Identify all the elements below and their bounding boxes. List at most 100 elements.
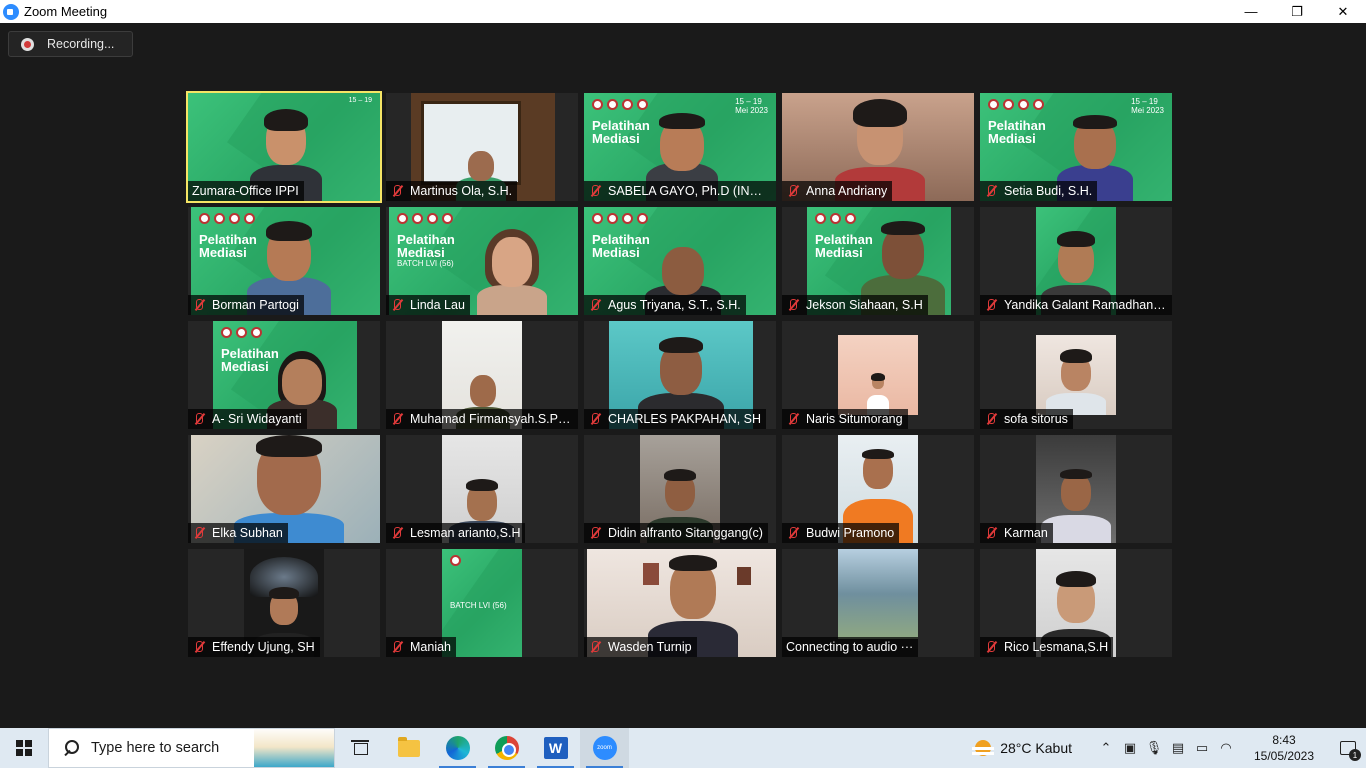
mic-muted-icon [984,640,998,654]
participant-name-bar: Yandika Galant Ramadhan, ... [980,295,1172,315]
participant-tile[interactable]: Pelatihan Mediasi Agus Triyana, S.T., S.H… [584,207,776,315]
participant-name: Anna Andriany [806,184,888,198]
participant-name-bar: sofa sitorus [980,409,1073,429]
participant-tile[interactable]: Martinus Ola, S.H. [386,93,578,201]
video-feed [1036,335,1116,415]
participant-tile[interactable]: Didin alfranto Sitanggang(c) [584,435,776,543]
meet-now-icon[interactable]: ▣ [1118,728,1142,768]
participant-tile[interactable]: Pelatihan Mediasi 15 – 19 Mei 2023 SABELA … [584,93,776,201]
participant-name: Muhamad Firmansyah.S.Pt.... [410,412,573,426]
participant-name: Linda Lau [410,298,465,312]
participant-tile[interactable]: Pelatihan Mediasi 15 – 19 Mei 2023 Setia B… [980,93,1172,201]
battery-icon[interactable]: ▭ [1190,728,1214,768]
recording-indicator[interactable]: Recording... [8,31,133,57]
participant-tile[interactable]: Lesman arianto,S.H [386,435,578,543]
mic-muted-icon [786,298,800,312]
mic-muted-icon [786,412,800,426]
participant-tile[interactable]: Karman [980,435,1172,543]
wall-frame [737,567,751,585]
mic-muted-icon [984,298,998,312]
task-view-icon [350,740,369,756]
participant-tile[interactable]: Effendy Ujung, SH [188,549,380,657]
minimize-button[interactable]: — [1228,0,1274,23]
recording-icon [21,37,34,51]
chrome-button[interactable] [482,728,531,768]
mic-muted-icon [192,412,206,426]
video-feed [838,335,918,415]
notification-center-button[interactable]: 1 [1330,728,1366,768]
sponsor-logos [450,555,461,566]
participant-name: sofa sitorus [1004,412,1068,426]
word-button[interactable]: W [531,728,580,768]
zoom-app-icon [3,3,19,20]
wifi-icon[interactable]: ◠ [1214,728,1238,768]
zoom-button[interactable]: zoom [580,728,629,768]
mic-muted-icon [588,298,602,312]
participant-tile[interactable]: Wasden Turnip [584,549,776,657]
start-button[interactable] [0,728,48,768]
participant-tile[interactable]: Connecting to audio ··· [782,549,974,657]
participant-tile[interactable]: Pelatihan Mediasi Jekson Siahaan, S.H [782,207,974,315]
mic-muted-icon [192,640,206,654]
participant-tile[interactable]: Muhamad Firmansyah.S.Pt.... [386,321,578,429]
participant-name-bar: Effendy Ujung, SH [188,637,320,657]
event-dates: 15 – 19 Mei 2023 [1131,97,1164,115]
folder-icon [397,736,420,757]
participant-name: A- Sri Widayanti [212,412,302,426]
window-controls: — ❐ ✕ [1228,0,1366,23]
sponsor-logos [988,99,1044,110]
participant-name: Yandika Galant Ramadhan, ... [1004,298,1167,312]
participant-name-bar: Rico Lesmana,S.H [980,637,1114,657]
notification-badge: 1 [1349,749,1361,761]
participant-tile[interactable]: Pelatihan Mediasi A- Sri Widayanti [188,321,380,429]
participant-tile[interactable]: Budwi Pramono [782,435,974,543]
mic-muted-icon [984,412,998,426]
maximize-button[interactable]: ❐ [1274,0,1320,23]
search-icon [63,740,79,756]
edge-button[interactable] [433,728,482,768]
participant-video-person [1046,345,1106,415]
weather-text[interactable]: 28°C Kabut [1000,740,1072,756]
participant-tile[interactable]: CHARLES PAKPAHAN, SH [584,321,776,429]
participant-name: SABELA GAYO, Ph.D (INDO... [608,184,771,198]
participant-name: Borman Partogi [212,298,299,312]
participant-tile[interactable]: Anna Andriany [782,93,974,201]
participant-name-bar: Borman Partogi [188,295,304,315]
microphone-icon[interactable]: 🎙 [1142,728,1166,768]
participant-tile[interactable]: Rico Lesmana,S.H [980,549,1172,657]
participant-tile[interactable]: 15 – 19 Zumara-Office IPPI [186,91,382,203]
participant-name-bar: Wasden Turnip [584,637,697,657]
sponsor-logos [592,213,648,224]
mic-muted-icon [390,184,404,198]
branding-batch: BATCH LVI (56) [450,601,507,610]
participant-tile[interactable]: BATCH LVI (56) Maniah [386,549,578,657]
weather-haze-icon[interactable] [972,739,995,757]
system-tray: 28°C Kabut ⌃ ▣ 🎙 ▤ ▭ ◠ 8:43 15/05/2023 1 [972,728,1366,768]
participant-name-bar: Budwi Pramono [782,523,900,543]
file-explorer-button[interactable] [384,728,433,768]
participant-name-bar: Zumara-Office IPPI [188,181,304,201]
close-button[interactable]: ✕ [1320,0,1366,23]
sponsor-logos [199,213,255,224]
event-dates: 15 – 19 Mei 2023 [735,97,768,115]
camera-privacy-icon[interactable]: ▤ [1166,728,1190,768]
taskbar-clock[interactable]: 8:43 15/05/2023 [1244,732,1324,764]
participant-tile[interactable]: Yandika Galant Ramadhan, ... [980,207,1172,315]
participant-tile[interactable]: Pelatihan Mediasi Borman Partogi [188,207,380,315]
participant-name-bar: Jekson Siahaan, S.H [782,295,928,315]
task-view-button[interactable] [335,728,384,768]
sponsor-logos [592,99,648,110]
participant-name-bar: Setia Budi, S.H. [980,181,1098,201]
branding-title: Pelatihan Mediasi [592,232,650,260]
mic-muted-icon [588,526,602,540]
participant-tile[interactable]: sofa sitorus [980,321,1172,429]
participant-tile[interactable]: Elka Subhan [188,435,380,543]
taskbar-search-box[interactable]: Type here to search [48,728,335,768]
participant-tile[interactable]: Naris Situmorang [782,321,974,429]
chevron-up-icon[interactable]: ⌃ [1094,728,1118,768]
participant-name-bar: Anna Andriany [782,181,893,201]
branding-title: Pelatihan Mediasi [592,118,650,146]
participant-name: Jekson Siahaan, S.H [806,298,923,312]
participant-name: Connecting to audio ··· [786,640,914,654]
participant-tile[interactable]: Pelatihan Mediasi BATCH LVI (56) Linda La… [386,207,578,315]
